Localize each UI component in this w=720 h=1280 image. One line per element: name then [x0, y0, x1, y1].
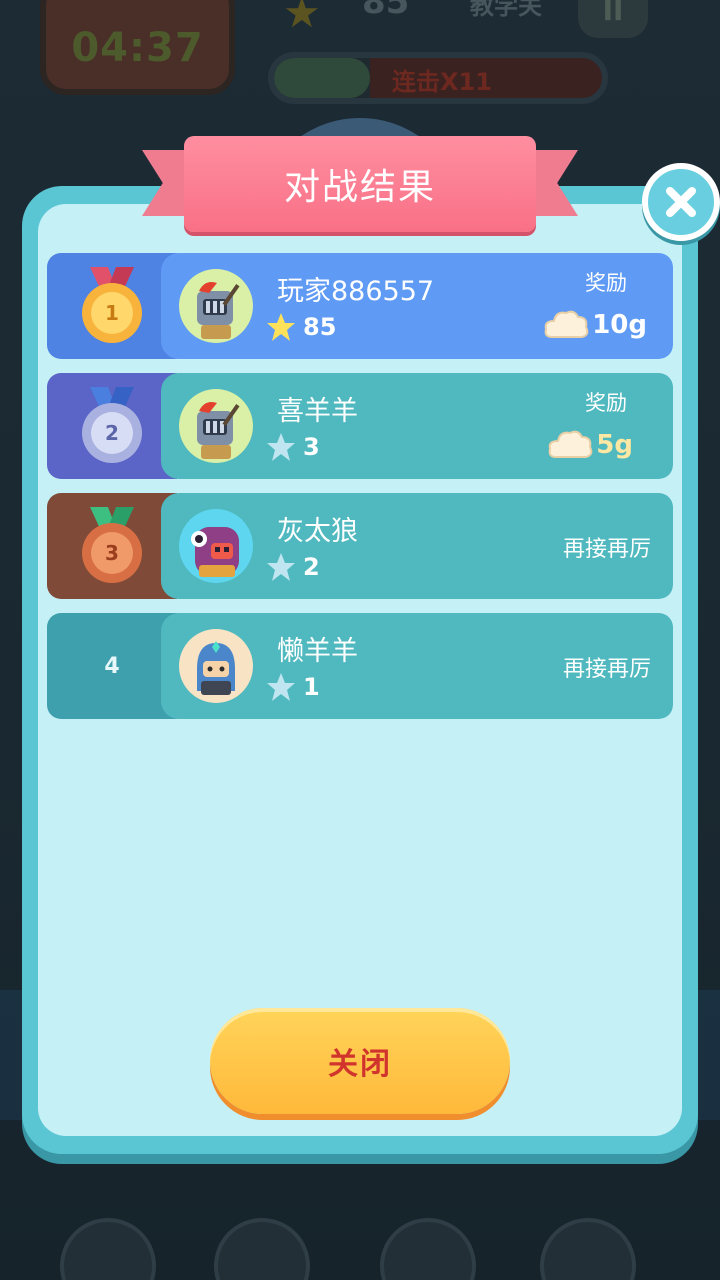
star-icon: [267, 313, 295, 341]
score-star-icon: ★: [283, 0, 321, 37]
bronze-medal-icon: 3: [80, 507, 144, 585]
ranking-row: 2 喜羊羊 3 奖励 5g: [47, 373, 673, 479]
reward-amount: 5g: [596, 430, 633, 460]
star-count: 1: [303, 673, 320, 701]
star-count: 2: [303, 553, 320, 581]
timer-text: 04:37: [71, 25, 204, 71]
star-count: 85: [303, 313, 337, 341]
rank-number: 1: [91, 292, 133, 334]
star-icon: [267, 553, 295, 581]
player-name: 喜羊羊: [277, 396, 358, 427]
combo-bar: 连击X11: [268, 52, 608, 104]
player-name: 懒羊羊: [277, 636, 358, 667]
cloud-coin-icon: [548, 430, 593, 458]
pause-button: II: [578, 0, 648, 38]
close-button[interactable]: 关闭: [210, 1008, 510, 1114]
monster-avatar: [179, 509, 253, 583]
star-count: 3: [303, 433, 320, 461]
timer-panel: 04:37: [40, 0, 235, 95]
star-score: 1: [265, 671, 320, 703]
player-name: 灰太狼: [277, 516, 358, 547]
encourage-text: 再接再厉: [562, 537, 651, 562]
reward-amount: 10g: [592, 310, 647, 340]
knight-avatar: [179, 389, 253, 463]
reward-label: 奖励: [585, 271, 627, 295]
rank-cell: 2: [47, 373, 177, 479]
ninja-avatar: [179, 629, 253, 703]
reward: 10g: [542, 305, 647, 345]
pause-icon: II: [602, 0, 624, 27]
knight-avatar: [179, 269, 253, 343]
rank-cell: 1: [47, 253, 177, 359]
encourage-text: 再接再厉: [562, 657, 651, 682]
reward: 5g: [546, 425, 633, 465]
rank-cell: 4: [47, 613, 177, 719]
star-score: 85: [265, 311, 336, 343]
silver-medal-icon: 2: [80, 387, 144, 465]
title-ribbon: 对战结果: [184, 136, 536, 232]
gold-medal-icon: 1: [80, 267, 144, 345]
star-score: 2: [265, 551, 320, 583]
combo-text: 连击X11: [392, 68, 492, 96]
star-icon: [267, 673, 295, 701]
ranking-row: 3 灰太狼 2 再接再厉: [47, 493, 673, 599]
rank-number: 3: [91, 532, 133, 574]
ranking-row: 4 懒羊羊 1 再接再厉: [47, 613, 673, 719]
dialog-title: 对战结果: [283, 167, 436, 208]
close-dialog-button[interactable]: [642, 163, 720, 241]
rank-number: 4: [104, 653, 120, 679]
player-name: 玩家886557: [277, 276, 435, 307]
rank-cell: 3: [47, 493, 177, 599]
close-button-label: 关闭: [328, 1047, 392, 1082]
score-text: 85: [362, 0, 410, 22]
tutorial-label: 教学关: [470, 0, 542, 20]
star-icon: [267, 433, 295, 461]
cloud-coin-icon: [544, 310, 589, 338]
close-x-icon: [666, 187, 696, 217]
combo-bar-fill: [274, 58, 370, 98]
star-score: 3: [265, 431, 320, 463]
rank-number: 2: [91, 412, 133, 454]
ranking-row: 1 玩家886557 85 奖励 10g: [47, 253, 673, 359]
reward-label: 奖励: [585, 391, 627, 415]
